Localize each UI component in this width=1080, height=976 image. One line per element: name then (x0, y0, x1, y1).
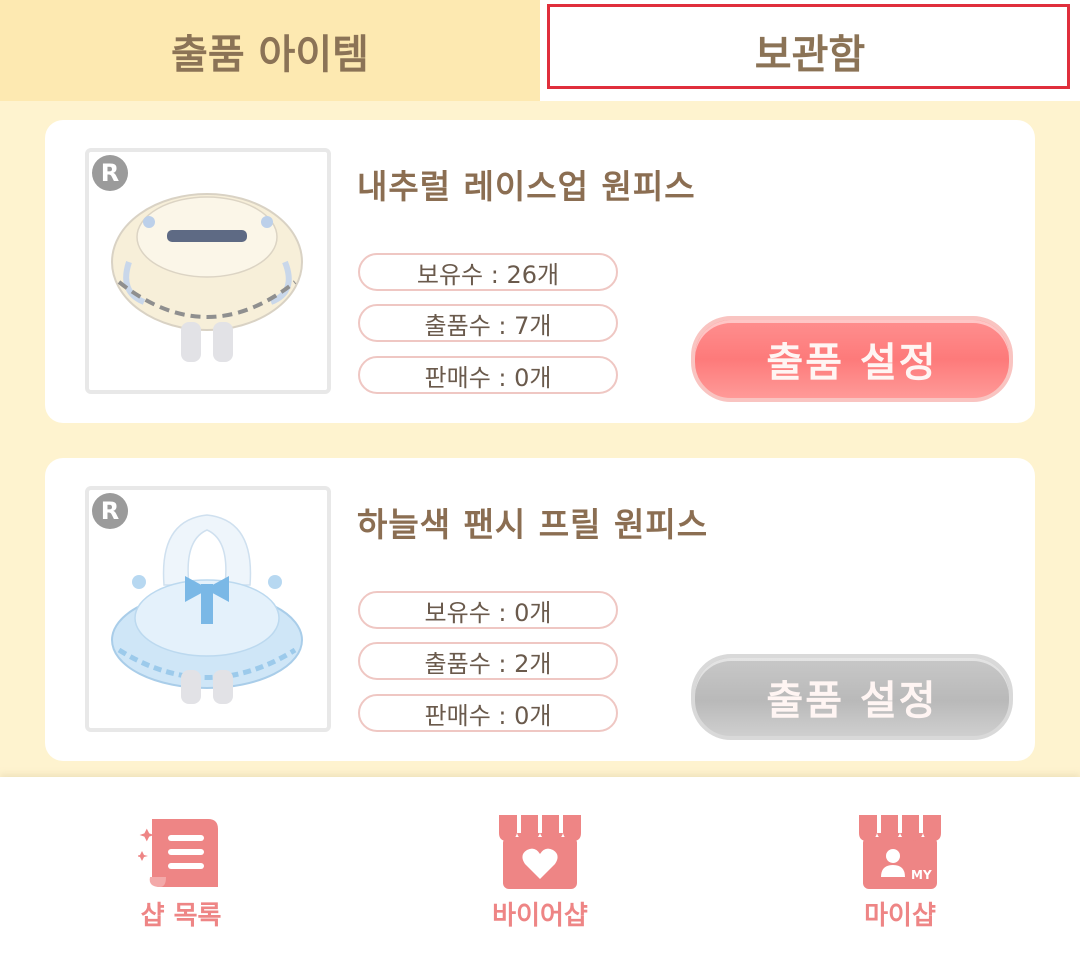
rarity-badge: R (92, 493, 128, 529)
shop-my-icon: MY (859, 815, 941, 889)
listing-settings-button[interactable]: 출품 설정 (691, 654, 1013, 740)
sold-count: 판매수 : 0개 (358, 694, 618, 732)
sold-count: 판매수 : 0개 (358, 356, 618, 394)
listing-settings-button[interactable]: 출품 설정 (691, 316, 1013, 402)
listing-settings-label: 출품 설정 (766, 340, 938, 386)
item-name: 하늘색 팬시 프릴 원피스 (357, 505, 709, 544)
scroll-list-icon (138, 819, 218, 887)
item-card: R 하늘색 팬시 프릴 원피스 보유수 : 0개 출품수 : 2개 판매수 : … (45, 458, 1035, 761)
item-name: 내추럴 레이스업 원피스 (357, 167, 696, 206)
tab-listed-items[interactable]: 출품 아이템 (0, 0, 540, 101)
listed-count: 출품수 : 2개 (358, 642, 618, 680)
listing-settings-label: 출품 설정 (766, 678, 938, 724)
item-thumbnail[interactable]: R (85, 486, 331, 732)
nav-shop-list[interactable]: 샵 목록 (81, 777, 281, 976)
nav-shop-list-label: 샵 목록 (140, 901, 222, 931)
nav-my-shop-label: 마이샵 (864, 901, 936, 931)
tab-storage-label: 보관함 (754, 31, 866, 78)
owned-count: 보유수 : 26개 (358, 253, 618, 291)
dress-cream-image (111, 193, 303, 362)
dress-skyblue-image (111, 514, 303, 704)
tab-bar: 출품 아이템 보관함 (0, 0, 1080, 101)
rarity-badge: R (92, 155, 128, 191)
nav-my-shop[interactable]: MY 마이샵 (800, 777, 1000, 976)
nav-buyer-shop-label: 바이어샵 (492, 901, 588, 931)
owned-count: 보유수 : 0개 (358, 591, 618, 629)
tab-listed-items-label: 출품 아이템 (171, 31, 369, 78)
nav-buyer-shop[interactable]: 바이어샵 (440, 777, 640, 976)
item-thumbnail[interactable]: R (85, 148, 331, 394)
shop-heart-icon (499, 815, 581, 889)
tab-storage[interactable]: 보관함 (540, 0, 1080, 101)
bottom-nav: 샵 목록 바이어샵 MY 마이샵 (0, 777, 1080, 976)
my-badge-text: MY (911, 868, 932, 882)
listed-count: 출품수 : 7개 (358, 304, 618, 342)
item-card: R 내추럴 레이스업 원피스 보유수 : 26개 출품수 : 7개 판매수 : … (45, 120, 1035, 423)
